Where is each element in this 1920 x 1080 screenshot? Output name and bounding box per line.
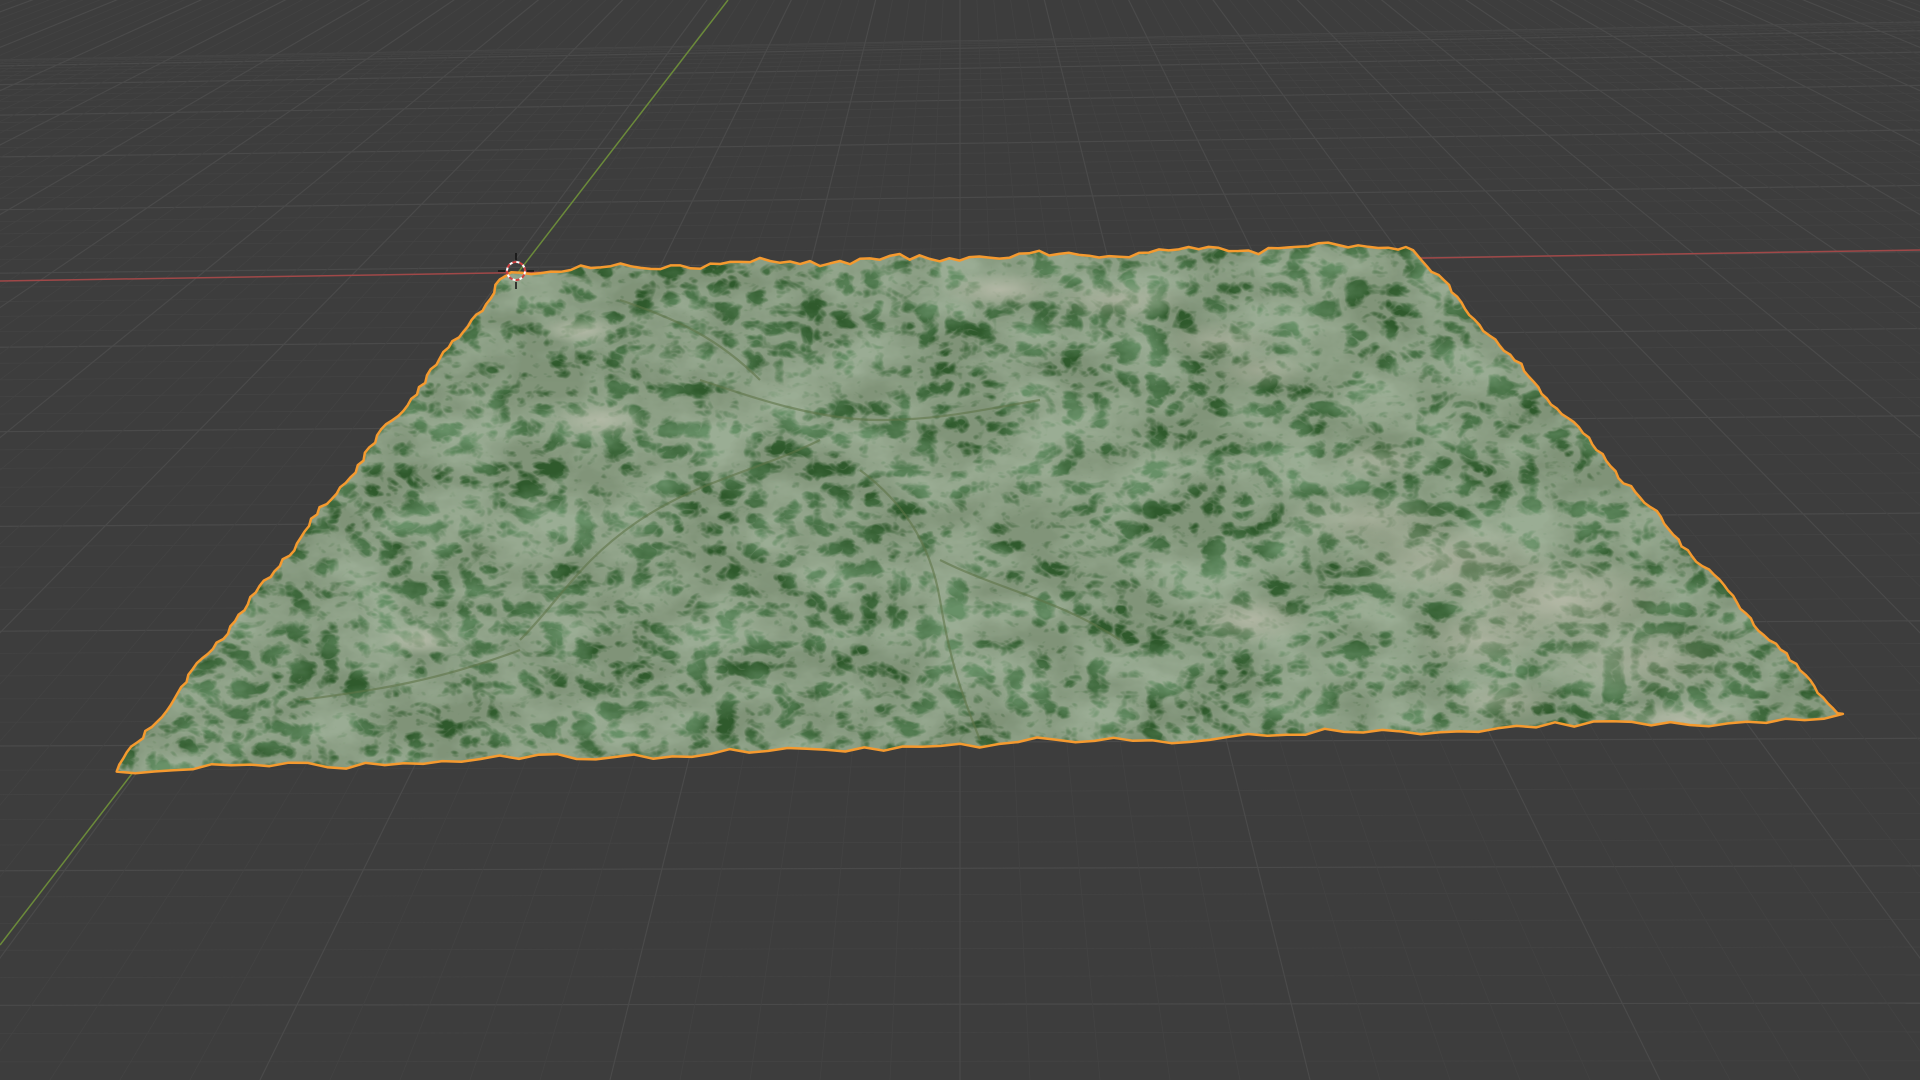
snow-patch [1600, 700, 1760, 740]
snow-patch [540, 316, 620, 344]
snow-patch [1330, 440, 1430, 480]
viewport-canvas[interactable] [0, 0, 1920, 1080]
snow-patch [1050, 280, 1190, 320]
snow-patch [550, 402, 650, 438]
snow-patch [1210, 350, 1310, 390]
3d-viewport[interactable] [0, 0, 1920, 1080]
snow-patch [1190, 595, 1310, 645]
snow-patch [380, 624, 460, 656]
snow-patch [1410, 610, 1550, 670]
snow-patch [1530, 620, 1750, 700]
snow-patch [1440, 678, 1560, 722]
terrain-mesh[interactable] [100, 230, 1850, 790]
snow-patch [940, 272, 1060, 308]
